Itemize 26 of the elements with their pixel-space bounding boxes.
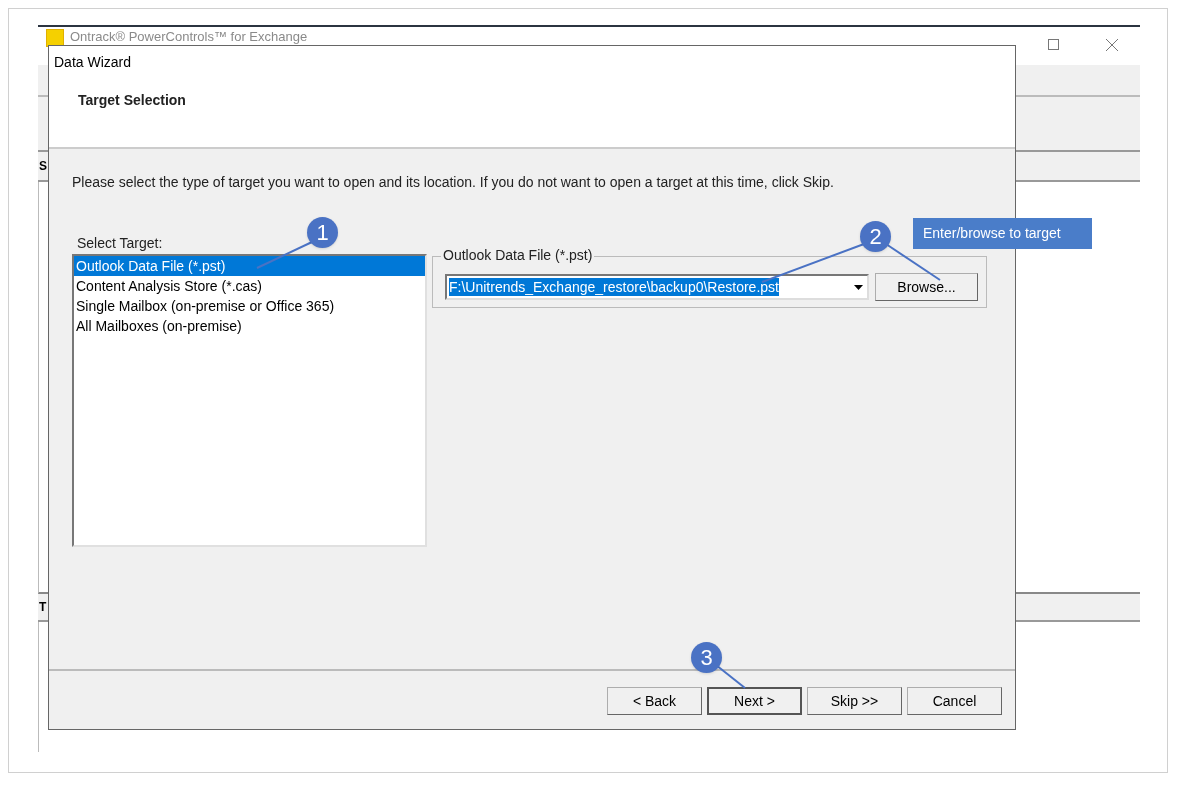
target-listbox[interactable]: Outlook Data File (*.pst) Content Analysis Store (*.cas) Single Mailbox (on-premise or Office 365) All Mailboxes (on-premise): [72, 254, 427, 547]
dialog-button[interactable]: Skip >>: [807, 687, 902, 715]
app-title: Ontrack® PowerControls™ for Exchange: [70, 29, 308, 44]
dialog-button[interactable]: Cancel: [907, 687, 1002, 715]
dialog-title: Data Wizard: [54, 53, 133, 71]
group-label: Outlook Data File (*.pst): [441, 247, 595, 263]
listbox-item[interactable]: Content Analysis Store (*.cas): [74, 276, 425, 296]
path-combobox[interactable]: F:\Unitrends_Exchange_restore\backup0\Restore.pst: [445, 274, 869, 300]
pane-label: T: [39, 599, 47, 616]
maximize-icon[interactable]: [1048, 39, 1059, 50]
instructions-text: Please select the type of target you want to open and its location. If you do not want to open a target at this time, click Skip.: [72, 173, 835, 192]
leader-line: [885, 243, 941, 281]
listbox-item[interactable]: Outlook Data File (*.pst): [74, 256, 425, 276]
listbox-item[interactable]: Single Mailbox (on-premise or Office 365): [74, 296, 425, 316]
leader-line: [256, 241, 313, 269]
listbox-item[interactable]: All Mailboxes (on-premise): [74, 316, 425, 336]
dialog-button[interactable]: < Back: [607, 687, 702, 715]
note-label: Enter/browse to target: [913, 218, 1092, 249]
dropdown-arrow-icon[interactable]: [854, 284, 863, 290]
browse-button[interactable]: Browse...: [875, 273, 978, 301]
select-target-label: Select Target:: [77, 234, 164, 253]
pane-label: S: [39, 158, 47, 175]
close-icon[interactable]: [1106, 39, 1118, 51]
dialog-button[interactable]: Next >: [707, 687, 802, 715]
page-heading: Target Selection: [78, 91, 187, 110]
app-logo-icon: [46, 29, 64, 47]
